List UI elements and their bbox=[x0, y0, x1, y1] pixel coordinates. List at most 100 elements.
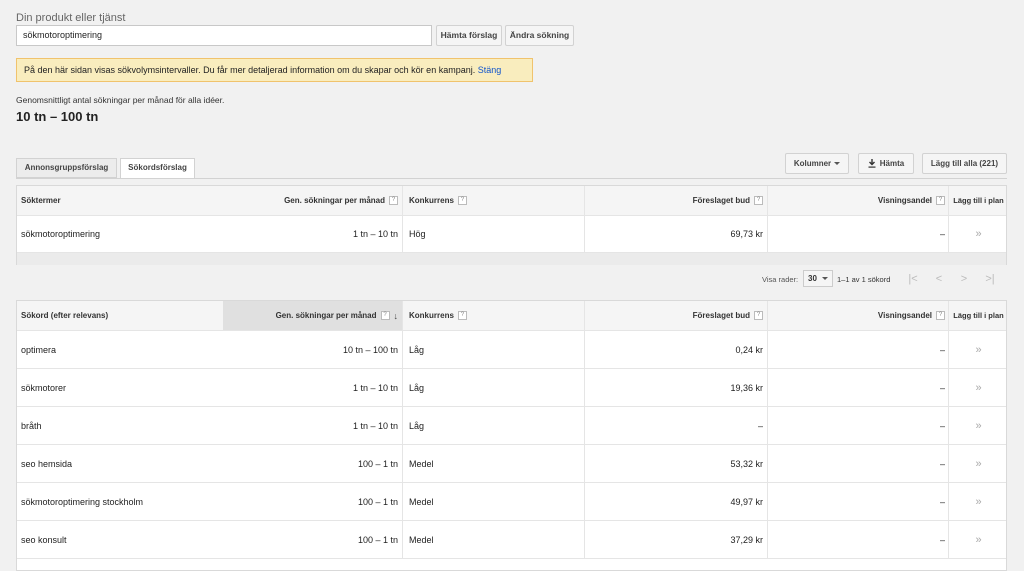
keyword-cell: seo hemsida bbox=[21, 458, 73, 469]
columns-label: Kolumner bbox=[793, 159, 832, 168]
add-to-plan-button[interactable]: » bbox=[951, 407, 1006, 444]
add-to-plan-button[interactable]: » bbox=[951, 445, 1006, 482]
sort-desc-icon: ↓ bbox=[393, 310, 399, 321]
avg-searches-cell: 100 – 1 tn bbox=[223, 521, 403, 558]
chevron-down-icon bbox=[834, 162, 841, 166]
change-search-button[interactable]: Ändra sökning bbox=[505, 25, 574, 46]
table-row: sökmotorer 1 tn – 10 tn Låg 19,36 kr –» bbox=[17, 369, 1006, 407]
add-to-plan-button[interactable]: » bbox=[951, 331, 1006, 368]
col-header-competition[interactable]: Konkurrens? bbox=[405, 301, 585, 330]
add-all-button[interactable]: Lägg till alla (221) bbox=[922, 153, 1007, 174]
keyword-cell: sökmotorer bbox=[21, 382, 67, 393]
keyword-cell: sökmotoroptimering bbox=[21, 229, 101, 239]
share-cell: – bbox=[770, 331, 949, 368]
product-label: Din produkt eller tjänst bbox=[16, 12, 126, 24]
tab-ad-group-ideas[interactable]: Annonsgruppsförslag bbox=[16, 158, 117, 178]
avg-searches-label: Genomsnittligt antal sökningar per månad… bbox=[16, 95, 225, 105]
col-header-avg-searches[interactable]: Gen. sökningar per månad? bbox=[223, 186, 403, 215]
col-header-impression-share[interactable]: Visningsandel? bbox=[770, 186, 949, 215]
add-to-plan-button[interactable]: » bbox=[951, 521, 1006, 558]
table-header-row: Sökord (efter relevans) Gen. sökningar p… bbox=[17, 301, 1006, 331]
download-label: Hämta bbox=[879, 159, 905, 168]
keyword-cell: seo konsult bbox=[21, 534, 67, 545]
add-to-plan-button[interactable]: » bbox=[951, 216, 1006, 252]
next-page-icon[interactable]: > bbox=[954, 271, 974, 287]
competition-cell: Hög bbox=[405, 216, 585, 252]
rows-label: Visa rader: bbox=[762, 275, 799, 284]
avg-searches-value: 10 tn – 100 tn bbox=[16, 109, 99, 124]
download-icon bbox=[868, 159, 876, 169]
bid-cell: 53,32 kr bbox=[587, 445, 768, 482]
bid-cell: 19,36 kr bbox=[587, 369, 768, 406]
table-row: bråth 1 tn – 10 tn Låg – –» bbox=[17, 407, 1006, 445]
col-header-search-terms[interactable]: Söktermer bbox=[21, 186, 221, 215]
col-header-avg-searches[interactable]: Gen. sökningar per månad? ↓ bbox=[223, 301, 403, 330]
col-header-suggested-bid[interactable]: Föreslaget bud? bbox=[587, 186, 768, 215]
competition-cell: Medel bbox=[405, 483, 585, 520]
competition-cell: Låg bbox=[405, 407, 585, 444]
add-to-plan-button[interactable]: » bbox=[951, 483, 1006, 520]
page-range: 1–1 av 1 sökord bbox=[837, 275, 891, 284]
first-page-icon[interactable]: |< bbox=[903, 271, 923, 287]
notice-close-link[interactable]: Stäng bbox=[478, 65, 502, 75]
help-icon[interactable]: ? bbox=[457, 196, 467, 205]
fetch-suggestions-button[interactable]: Hämta förslag bbox=[436, 25, 502, 46]
tab-keyword-ideas[interactable]: Sökordsförslag bbox=[120, 158, 195, 179]
bid-cell: 0,24 kr bbox=[587, 331, 768, 368]
table-header-row: Söktermer Gen. sökningar per månad? Konk… bbox=[17, 186, 1006, 216]
help-icon[interactable]: ? bbox=[380, 311, 390, 320]
table-row: seo hemsida 100 – 1 tn Medel 53,32 kr –» bbox=[17, 445, 1006, 483]
competition-cell: Låg bbox=[405, 369, 585, 406]
keyword-cell: sökmotoroptimering stockholm bbox=[21, 496, 144, 507]
col-header-suggested-bid[interactable]: Föreslaget bud? bbox=[587, 301, 768, 330]
table-row: optimera 10 tn – 100 tn Låg 0,24 kr –» bbox=[17, 331, 1006, 369]
table-row: seo konsult 100 – 1 tn Medel 37,29 kr –» bbox=[17, 521, 1006, 559]
bid-cell: 37,29 kr bbox=[587, 521, 768, 558]
last-page-icon[interactable]: >| bbox=[980, 271, 1000, 287]
competition-cell: Medel bbox=[405, 521, 585, 558]
bid-cell: 49,97 kr bbox=[587, 483, 768, 520]
share-cell: – bbox=[770, 483, 949, 520]
avg-searches-cell: 1 tn – 10 tn bbox=[223, 369, 403, 406]
col-header-add-to-plan: Lägg till i plan bbox=[953, 196, 1004, 205]
help-icon[interactable]: ? bbox=[936, 196, 945, 205]
avg-searches-cell: 100 – 1 tn bbox=[223, 445, 403, 482]
search-input[interactable]: sökmotoroptimering bbox=[16, 25, 432, 46]
col-header-competition[interactable]: Konkurrens? bbox=[405, 186, 585, 215]
rows-per-page-select[interactable]: 30 bbox=[803, 270, 833, 287]
share-cell: – bbox=[770, 407, 949, 444]
help-icon[interactable]: ? bbox=[754, 196, 763, 205]
table-row: sökmotoroptimering stockholm 100 – 1 tn Me… bbox=[17, 483, 1006, 521]
avg-searches-cell: 10 tn – 100 tn bbox=[223, 331, 403, 368]
help-icon[interactable]: ? bbox=[754, 311, 763, 320]
share-cell: – bbox=[770, 216, 949, 252]
keyword-cell: optimera bbox=[21, 344, 57, 355]
tab-divider bbox=[16, 178, 1007, 179]
download-button[interactable]: Hämta bbox=[858, 153, 914, 174]
competition-cell: Låg bbox=[405, 331, 585, 368]
notice-banner: På den här sidan visas sökvolymsinterval… bbox=[16, 58, 533, 82]
competition-cell: Medel bbox=[405, 445, 585, 482]
col-header-impression-share[interactable]: Visningsandel? bbox=[770, 301, 949, 330]
avg-searches-cell: 1 tn – 10 tn bbox=[223, 216, 403, 252]
columns-button[interactable]: Kolumner bbox=[785, 153, 849, 174]
table-row: sökmotoroptimering 1 tn – 10 tn Hög 69,7… bbox=[17, 216, 1006, 253]
add-to-plan-button[interactable]: » bbox=[951, 369, 1006, 406]
col-header-add-to-plan: Lägg till i plan bbox=[953, 311, 1004, 320]
notice-text: På den här sidan visas sökvolymsinterval… bbox=[24, 65, 476, 75]
col-header-keyword[interactable]: Sökord (efter relevans) bbox=[21, 301, 221, 330]
help-icon[interactable]: ? bbox=[457, 311, 467, 320]
keyword-ideas-table: Sökord (efter relevans) Gen. sökningar p… bbox=[16, 300, 1007, 571]
table-footer-strip bbox=[17, 253, 1006, 265]
prev-page-icon[interactable]: < bbox=[929, 271, 949, 287]
share-cell: – bbox=[770, 445, 949, 482]
pagination: Visa rader: 30 1–1 av 1 sökord |< < > >| bbox=[0, 266, 1007, 292]
search-terms-table: Söktermer Gen. sökningar per månad? Konk… bbox=[16, 185, 1007, 265]
chevron-down-icon bbox=[822, 277, 828, 280]
bid-cell: – bbox=[587, 407, 768, 444]
share-cell: – bbox=[770, 369, 949, 406]
help-icon[interactable]: ? bbox=[389, 196, 398, 205]
avg-searches-cell: 1 tn – 10 tn bbox=[223, 407, 403, 444]
help-icon[interactable]: ? bbox=[936, 311, 945, 320]
keyword-cell: bråth bbox=[21, 420, 42, 431]
